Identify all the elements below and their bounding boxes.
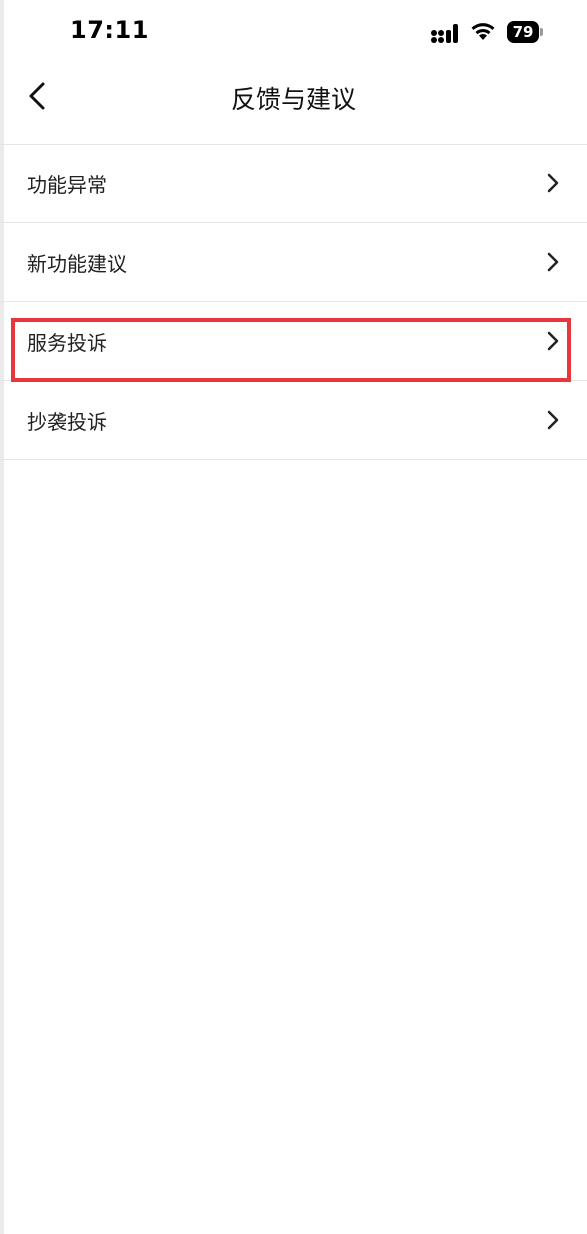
chevron-right-icon (547, 173, 559, 193)
menu-item-label: 新功能建议 (27, 252, 127, 276)
menu-item-function-error[interactable]: 功能异常 (0, 144, 587, 223)
nav-bar: 反馈与建议 (0, 66, 587, 145)
battery-icon: 79 (507, 21, 543, 43)
page-title: 反馈与建议 (230, 85, 356, 114)
wifi-icon (471, 23, 495, 40)
chevron-right-icon (547, 252, 559, 272)
battery-level: 79 (507, 21, 539, 43)
feedback-screen: 17:11 79 反馈与建议 功能异常 新功能建议 服务投诉 抄袭投诉 (0, 0, 587, 1234)
status-time: 17:11 (70, 16, 149, 44)
menu-item-service-complaint[interactable]: 服务投诉 (0, 302, 587, 381)
battery-tip (540, 28, 543, 36)
chevron-right-icon (547, 410, 559, 430)
signal-icon (431, 24, 458, 43)
menu-item-label: 服务投诉 (27, 331, 107, 355)
menu-list: 功能异常 新功能建议 服务投诉 抄袭投诉 (0, 144, 587, 460)
chevron-right-icon (547, 331, 559, 351)
menu-item-label: 抄袭投诉 (27, 410, 107, 434)
menu-item-feature-suggestion[interactable]: 新功能建议 (0, 223, 587, 302)
menu-item-plagiarism-complaint[interactable]: 抄袭投诉 (0, 381, 587, 460)
menu-item-label: 功能异常 (27, 173, 107, 197)
status-bar: 17:11 79 (0, 0, 587, 66)
